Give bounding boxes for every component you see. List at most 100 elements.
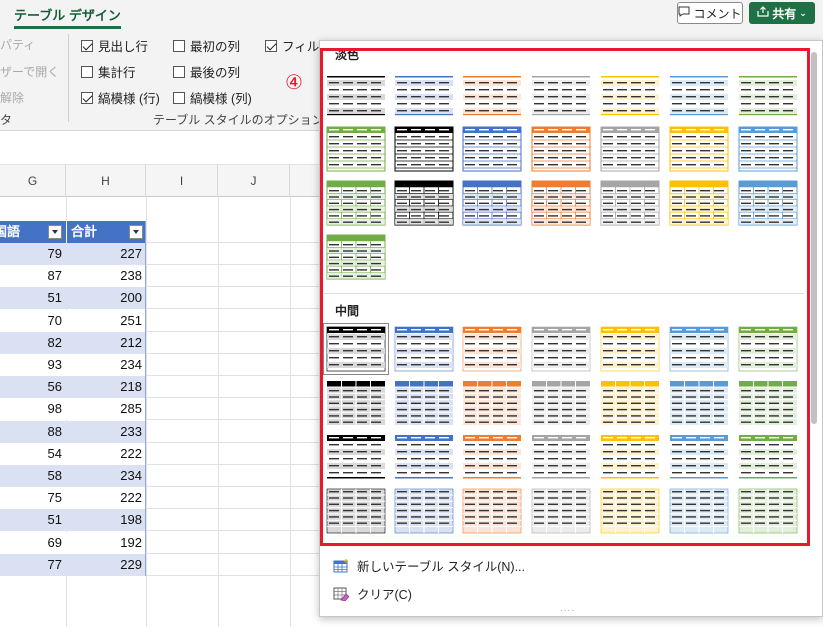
table-cell[interactable]: 82 xyxy=(0,331,66,354)
table-cell[interactable]: 192 xyxy=(66,531,146,554)
checkbox-checked[interactable] xyxy=(81,91,93,104)
resize-grip[interactable]: .... xyxy=(560,603,575,614)
table-style-thumbnail[interactable] xyxy=(326,380,386,426)
table-cell[interactable]: 51 xyxy=(0,509,66,532)
filter-dropdown-icon[interactable] xyxy=(129,225,143,239)
table-style-thumbnail[interactable] xyxy=(326,488,386,534)
table-style-thumbnail[interactable] xyxy=(462,126,522,172)
table-style-thumbnail[interactable] xyxy=(394,326,454,372)
option-banded-rows[interactable]: 縞模様 (行) xyxy=(81,88,160,107)
table-cell[interactable]: 93 xyxy=(0,354,66,376)
column-header-i[interactable]: I xyxy=(146,165,218,197)
table-cell[interactable]: 88 xyxy=(0,420,66,443)
new-table-style-menu-item[interactable]: 新しいテーブル スタイル(N)... xyxy=(333,556,525,575)
table-cell[interactable]: 234 xyxy=(66,354,146,376)
table-cell[interactable]: 200 xyxy=(66,287,146,310)
table-cell[interactable]: 222 xyxy=(66,487,146,510)
checkbox-checked[interactable] xyxy=(81,39,93,52)
option-header-row[interactable]: 見出し行 xyxy=(81,36,148,55)
table-style-thumbnail[interactable] xyxy=(669,126,729,172)
table-cell[interactable]: 98 xyxy=(0,398,66,421)
table-style-thumbnail[interactable] xyxy=(600,380,660,426)
table-style-thumbnail[interactable] xyxy=(326,72,386,118)
table-style-thumbnail[interactable] xyxy=(531,180,591,226)
table-cell[interactable]: 218 xyxy=(66,376,146,399)
table-cell[interactable]: 70 xyxy=(0,309,66,332)
table-style-thumbnail[interactable] xyxy=(531,434,591,480)
table-style-thumbnail[interactable] xyxy=(600,488,660,534)
table-cell[interactable]: 51 xyxy=(0,287,66,310)
comment-button[interactable]: コメント xyxy=(677,2,743,24)
table-style-thumbnail[interactable] xyxy=(600,434,660,480)
column-header-j[interactable]: J xyxy=(218,165,290,197)
option-first-column[interactable]: 最初の列 xyxy=(173,36,240,55)
checkbox-unchecked[interactable] xyxy=(173,91,185,104)
table-cell[interactable]: 234 xyxy=(66,465,146,487)
table-style-thumbnail[interactable] xyxy=(531,72,591,118)
clear-menu-item[interactable]: クリア(C) xyxy=(333,584,412,603)
table-style-thumbnail[interactable] xyxy=(326,434,386,480)
table-cell[interactable]: 212 xyxy=(66,331,146,354)
table-style-thumbnail[interactable] xyxy=(462,434,522,480)
table-cell[interactable]: 229 xyxy=(66,553,146,576)
table-style-thumbnail[interactable] xyxy=(462,488,522,534)
table-style-thumbnail[interactable] xyxy=(462,380,522,426)
table-style-thumbnail[interactable] xyxy=(669,72,729,118)
table-style-thumbnail[interactable] xyxy=(531,380,591,426)
table-style-thumbnail[interactable] xyxy=(738,380,798,426)
table-style-thumbnail[interactable] xyxy=(738,488,798,534)
table-style-thumbnail[interactable] xyxy=(738,180,798,226)
table-cell[interactable]: 58 xyxy=(0,465,66,487)
tab-table-design[interactable]: テーブル デザイン xyxy=(14,5,121,29)
table-cell[interactable]: 198 xyxy=(66,509,146,532)
option-last-column[interactable]: 最後の列 xyxy=(173,62,240,81)
table-style-thumbnail[interactable] xyxy=(600,326,660,372)
table-style-thumbnail[interactable] xyxy=(531,326,591,372)
table-style-thumbnail[interactable] xyxy=(394,126,454,172)
table-cell[interactable]: 56 xyxy=(0,376,66,399)
option-banded-columns[interactable]: 縞模様 (列) xyxy=(173,88,252,107)
table-style-thumbnail[interactable] xyxy=(600,180,660,226)
table-style-thumbnail[interactable] xyxy=(600,126,660,172)
table-style-thumbnail[interactable] xyxy=(394,434,454,480)
table-style-thumbnail[interactable] xyxy=(326,126,386,172)
table-cell[interactable]: 227 xyxy=(66,243,146,265)
table-style-thumbnail[interactable] xyxy=(738,126,798,172)
table-style-thumbnail[interactable] xyxy=(394,180,454,226)
table-cell[interactable]: 222 xyxy=(66,442,146,465)
table-style-thumbnail[interactable] xyxy=(669,326,729,372)
table-cell[interactable]: 79 xyxy=(0,243,66,265)
gallery-scrollbar[interactable] xyxy=(811,52,817,424)
table-header-cell[interactable]: 国語 xyxy=(0,221,66,243)
table-style-thumbnail[interactable] xyxy=(394,380,454,426)
table-style-thumbnail[interactable] xyxy=(326,180,386,226)
table-style-thumbnail[interactable] xyxy=(462,326,522,372)
table-cell[interactable]: 233 xyxy=(66,420,146,443)
checkbox-unchecked[interactable] xyxy=(81,65,93,78)
table-style-thumbnail[interactable] xyxy=(738,326,798,372)
table-style-thumbnail[interactable] xyxy=(669,488,729,534)
table-style-thumbnail[interactable] xyxy=(600,72,660,118)
table-cell[interactable]: 77 xyxy=(0,553,66,576)
table-style-thumbnail-selected[interactable] xyxy=(323,323,389,375)
table-cell[interactable]: 75 xyxy=(0,487,66,510)
table-style-thumbnail[interactable] xyxy=(669,434,729,480)
table-cell[interactable]: 54 xyxy=(0,442,66,465)
checkbox-checked[interactable] xyxy=(265,39,277,52)
table-style-thumbnail[interactable] xyxy=(531,126,591,172)
table-style-thumbnail[interactable] xyxy=(326,234,386,280)
table-header-cell[interactable]: 合計 xyxy=(66,221,146,243)
table-cell[interactable]: 238 xyxy=(66,265,146,288)
option-total-row[interactable]: 集計行 xyxy=(81,62,136,81)
checkbox-unchecked[interactable] xyxy=(173,39,185,52)
filter-dropdown-icon[interactable] xyxy=(48,225,62,239)
table-style-thumbnail[interactable] xyxy=(462,72,522,118)
table-style-thumbnail[interactable] xyxy=(669,380,729,426)
table-style-thumbnail[interactable] xyxy=(669,180,729,226)
table-style-thumbnail[interactable] xyxy=(394,72,454,118)
table-style-thumbnail[interactable] xyxy=(738,72,798,118)
table-style-thumbnail[interactable] xyxy=(462,180,522,226)
table-cell[interactable]: 87 xyxy=(0,265,66,288)
table-style-thumbnail[interactable] xyxy=(738,434,798,480)
column-header-g[interactable]: G xyxy=(0,165,66,197)
